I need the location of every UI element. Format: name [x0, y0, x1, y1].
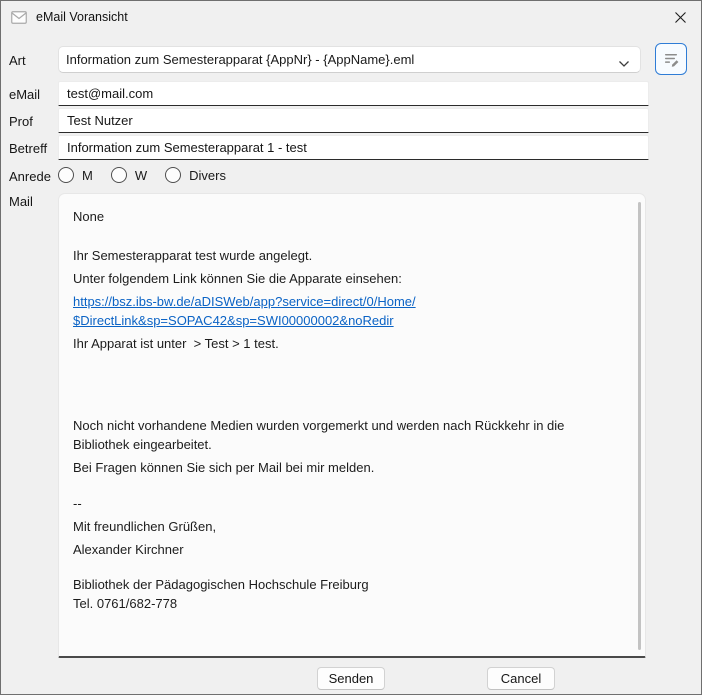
mail-label: Mail: [9, 194, 33, 209]
mail-paragraph: Bei Fragen können Sie sich per Mail bei …: [73, 458, 619, 477]
mail-body-editor[interactable]: None Ihr Semesterapparat test wurde ange…: [58, 193, 646, 658]
mail-paragraph: Alexander Kirchner: [73, 540, 619, 559]
radio-circle-icon[interactable]: [58, 167, 74, 183]
close-button[interactable]: [665, 4, 695, 30]
art-template-select[interactable]: Information zum Semesterapparat {AppNr} …: [58, 46, 641, 73]
radio-label-w: W: [135, 168, 147, 183]
radio-option-w[interactable]: W: [111, 167, 147, 183]
email-label: eMail: [9, 87, 40, 102]
prof-input[interactable]: [58, 108, 649, 133]
radio-circle-icon[interactable]: [165, 167, 181, 183]
edit-text-icon: [663, 51, 680, 68]
send-button[interactable]: Senden: [317, 667, 385, 690]
radio-option-m[interactable]: M: [58, 167, 93, 183]
mail-paragraph: Ihr Apparat ist unter > Test > 1 test.: [73, 334, 619, 353]
window-title: eMail Voransicht: [36, 10, 128, 24]
anrede-label: Anrede: [9, 169, 51, 184]
mail-scrollbar[interactable]: [638, 202, 641, 650]
art-label: Art: [9, 53, 26, 68]
mail-paragraph: Bibliothek der Pädagogischen Hochschule …: [73, 575, 619, 613]
titlebar: eMail Voransicht: [1, 1, 701, 33]
mail-paragraph: Unter folgendem Link können Sie die Appa…: [73, 269, 619, 288]
betreff-label: Betreff: [9, 141, 47, 156]
chevron-down-icon: [618, 56, 630, 71]
email-input[interactable]: [58, 81, 649, 106]
anrede-radio-group: M W Divers: [58, 164, 244, 186]
cancel-button[interactable]: Cancel: [487, 667, 555, 690]
radio-label-m: M: [82, 168, 93, 183]
mail-paragraph: Noch nicht vorhandene Medien wurden vorg…: [73, 416, 619, 454]
mail-paragraph: Ihr Semesterapparat test wurde angelegt.: [73, 246, 619, 265]
betreff-input[interactable]: [58, 135, 649, 160]
envelope-icon: [11, 11, 27, 24]
prof-label: Prof: [9, 114, 33, 129]
edit-template-button[interactable]: [655, 43, 687, 75]
mail-paragraph: Mit freundlichen Grüßen,: [73, 517, 619, 536]
mail-paragraph: None: [73, 207, 619, 226]
close-icon: [674, 11, 687, 24]
radio-option-divers[interactable]: Divers: [165, 167, 226, 183]
signature-separator: --: [73, 494, 619, 513]
mail-paragraph: https://bsz.ibs-bw.de/aDISWeb/app?servic…: [73, 292, 619, 330]
email-preview-dialog: eMail Voransicht Art Information zum Sem…: [0, 0, 702, 695]
art-selected-value: Information zum Semesterapparat {AppNr} …: [66, 52, 612, 67]
apparat-link[interactable]: https://bsz.ibs-bw.de/aDISWeb/app?servic…: [73, 294, 416, 328]
radio-label-divers: Divers: [189, 168, 226, 183]
radio-circle-icon[interactable]: [111, 167, 127, 183]
